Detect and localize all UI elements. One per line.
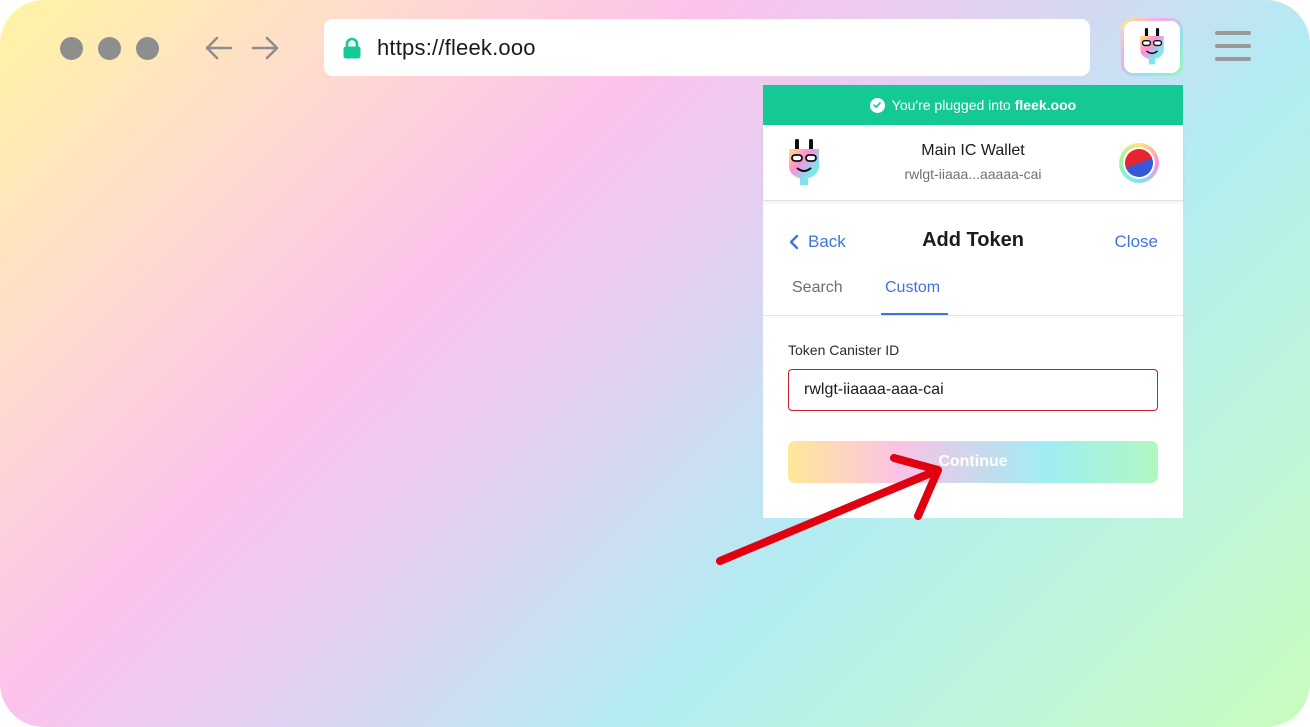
add-token-header: Back Add Token Close Search Custom (763, 201, 1183, 316)
continue-button[interactable]: Continue (788, 441, 1158, 483)
close-button[interactable]: Close (1115, 232, 1158, 252)
tab-search[interactable]: Search (792, 279, 843, 297)
canister-id-input[interactable] (788, 369, 1158, 411)
check-circle-icon (869, 97, 885, 113)
plug-wallet-popup: You're plugged into fleek.ooo Main IC Wa… (763, 85, 1183, 518)
account-avatar[interactable] (1119, 143, 1159, 183)
hamburger-menu-icon[interactable] (1215, 31, 1251, 61)
url-text[interactable]: https://fleek.ooo (377, 35, 536, 61)
banner-domain: fleek.ooo (1014, 97, 1077, 113)
plug-extension-icon (1140, 28, 1164, 65)
window-dot-icon[interactable] (60, 37, 83, 60)
window-dot-icon[interactable] (98, 37, 121, 60)
connection-banner: You're plugged into fleek.ooo (763, 85, 1183, 125)
lock-icon (343, 37, 361, 59)
arrow-left-icon[interactable] (204, 34, 234, 62)
plug-extension-button[interactable] (1121, 18, 1183, 76)
active-tab-indicator (881, 313, 948, 315)
address-bar[interactable]: https://fleek.ooo (324, 19, 1090, 76)
tab-custom[interactable]: Custom (885, 279, 940, 297)
canister-id-label: Token Canister ID (788, 342, 900, 358)
banner-text: You're plugged into (891, 97, 1011, 113)
wallet-header: Main IC Wallet rwlgt-iiaaa...aaaaa-cai (763, 125, 1183, 201)
browser-window: https://fleek.ooo You're plugged into fl… (0, 0, 1310, 727)
arrow-right-icon[interactable] (250, 34, 280, 62)
window-dot-icon[interactable] (136, 37, 159, 60)
